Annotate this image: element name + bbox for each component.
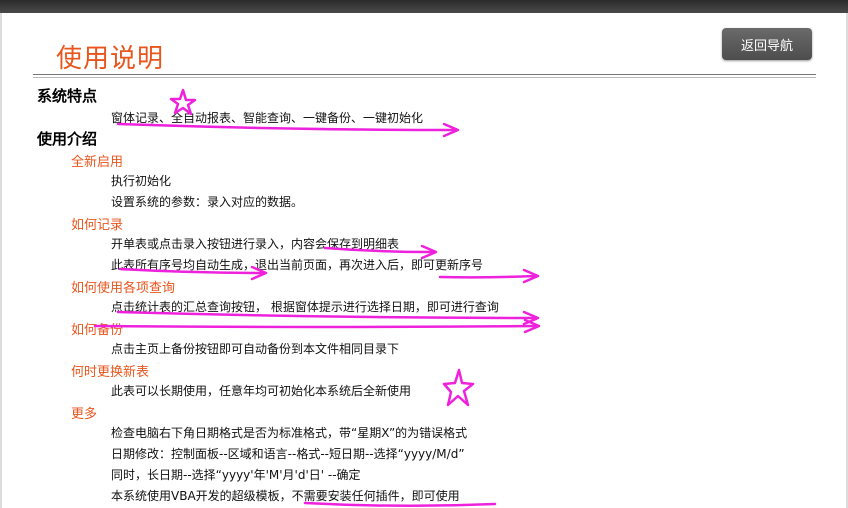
section-title-record: 如何记录 [71,218,124,233]
section-line: 开单表或点击录入按钮进行录入，内容会保存到明细表 [111,237,400,251]
features-text: 窗体记录、全自动报表、智能查询、一键备份、一键初始化 [111,111,424,125]
frame-left-border [0,13,2,508]
section-title-query: 如何使用各项查询 [71,281,176,296]
arrow-annotation [438,274,537,279]
title-divider-shadow [33,77,816,78]
usage-heading: 使用介绍 [37,130,98,148]
back-to-nav-button[interactable]: 返回导航 [722,28,812,60]
section-title-new-start: 全新启用 [71,155,124,170]
page-title: 使用说明 [56,44,165,74]
features-heading: 系统特点 [37,87,98,105]
section-title-more: 更多 [71,407,98,422]
section-line: 点击主页上备份按钮即可自动备份到本文件相同目录下 [111,342,400,356]
section-title-backup: 如何备份 [71,323,124,338]
section-line: 此表可以长期使用，任意年均可初始化本系统后全新使用 [111,384,412,398]
section-line: 日期修改：控制面板--区域和语言--格式--短日期--选择“yyyy/M/d” [111,447,465,461]
section-line: 此表所有序号均自动生成，退出当前页面，再次进入后，即可更新序号 [111,258,484,272]
section-line: 执行初始化 [111,174,172,188]
star-annotation-icon [442,368,475,407]
section-line: 检查电脑右下角日期格式是否为标准格式，带“星期X”的为错误格式 [111,426,468,440]
section-line: 点击统计表的汇总查询按钮， 根据窗体提示进行选择日期，即可进行查询 [111,300,499,314]
section-line: 同时，长日期--选择“yyyy'年'M'月'd'日' --确定 [111,468,361,482]
section-line: 设置系统的参数：录入对应的数据。 [111,195,304,209]
arrow-annotation [93,324,538,329]
section-title-replace: 何时更换新表 [71,365,150,380]
window-top-bar [0,0,848,13]
title-divider [33,74,816,75]
section-line: 本系统使用VBA开发的超级模板，不需要安装任何插件，即可使用 [111,489,460,503]
